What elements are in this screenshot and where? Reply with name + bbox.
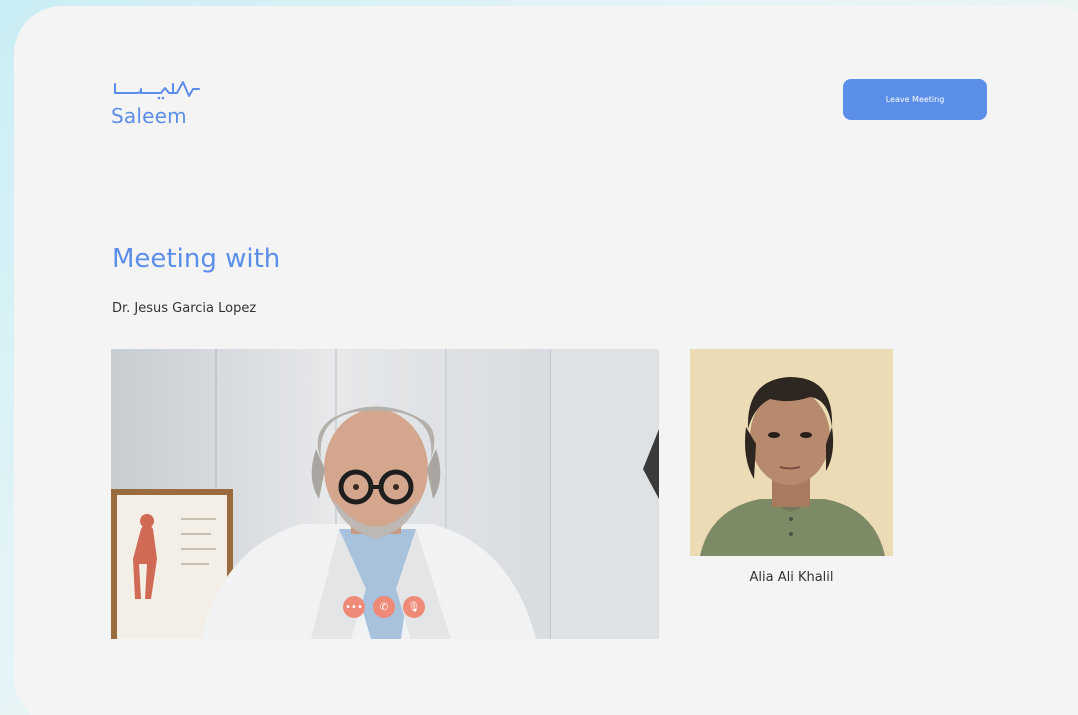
logo-text: Saleem: [111, 104, 187, 128]
patient-video: [690, 349, 893, 556]
page-title: Meeting with: [112, 244, 281, 274]
phone-icon[interactable]: ✆: [373, 596, 395, 618]
patient-video-frame: [690, 349, 893, 556]
microphone-icon[interactable]: 🎙: [403, 596, 425, 618]
doctor-name: Dr. Jesus Garcia Lopez: [112, 301, 257, 316]
call-controls: ••• ✆ 🎙: [343, 596, 425, 618]
patient-name: Alia Ali Khalil: [749, 570, 834, 585]
saleem-logo: Saleem: [111, 76, 211, 132]
doctor-video: ••• ✆ 🎙: [111, 349, 659, 639]
leave-meeting-button[interactable]: Leave Meeting: [843, 79, 987, 120]
logo-heartbeat-icon: [114, 81, 200, 100]
more-icon[interactable]: •••: [343, 596, 365, 618]
